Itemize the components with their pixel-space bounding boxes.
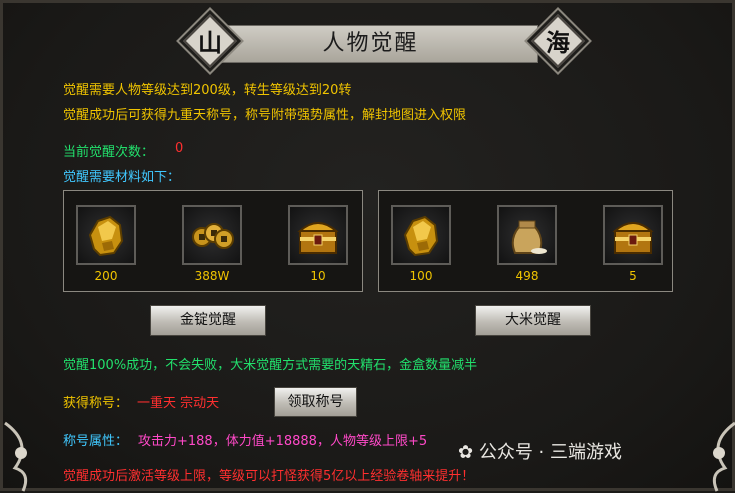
- gold-awaken-button[interactable]: 金锭觉醒: [150, 305, 266, 336]
- rice-awaken-panel: 100 498 5: [378, 190, 673, 292]
- title-attr-value: 攻击力+188，体力值+18888，人物等级上限+5: [138, 434, 428, 449]
- claim-title-button[interactable]: 领取称号: [274, 387, 357, 417]
- awaken-count-label: 当前觉醒次数：: [63, 145, 155, 160]
- window-title: 人物觉醒: [322, 31, 419, 56]
- reward-description: 觉醒成功后可获得九重天称号，称号附带强势属性，解封地图进入权限: [63, 108, 467, 123]
- material-qty: 388W: [194, 269, 230, 283]
- rice-sack-icon: [511, 220, 547, 254]
- coins-icon: [192, 223, 234, 249]
- success-note: 觉醒100%成功，不会失败，大米觉醒方式需要的天精石，金盒数量减半: [63, 358, 478, 373]
- material-slot[interactable]: [182, 205, 242, 265]
- material-qty: 5: [629, 269, 637, 283]
- wechat-icon: ✿: [458, 442, 474, 463]
- left-badge-mountain: 山: [198, 28, 222, 57]
- footer-note: 觉醒成功后激活等级上限，等级可以打怪获得5亿以上经验卷轴来提升！: [63, 469, 475, 484]
- awakening-window: 人物觉醒 山 海 觉醒需要人物等级达到200级，转生等级达到20转 觉醒成功后可…: [0, 0, 735, 492]
- materials-label: 觉醒需要材料如下：: [63, 170, 181, 185]
- right-badge-sea: 海: [546, 28, 570, 57]
- rice-awaken-button[interactable]: 大米觉醒: [475, 305, 591, 336]
- gold-ore-icon: [403, 215, 439, 257]
- corner-ornament-left: [4, 421, 28, 492]
- material-slot[interactable]: [603, 205, 663, 265]
- treasure-chest-icon: [612, 222, 654, 254]
- material-qty: 100: [409, 269, 433, 283]
- corner-ornament-right: [712, 421, 735, 492]
- awaken-count-value: 0: [175, 141, 184, 156]
- requirement-text: 觉醒需要人物等级达到200级，转生等级达到20转: [63, 83, 352, 98]
- material-qty: 498: [515, 269, 539, 283]
- material-slot[interactable]: [288, 205, 348, 265]
- material-qty: 200: [94, 269, 118, 283]
- material-slot[interactable]: [391, 205, 451, 265]
- title-attr-label: 称号属性：: [63, 434, 129, 449]
- gold-ore-icon: [88, 215, 124, 257]
- watermark-text: 公众号 · 三端游戏: [478, 442, 622, 463]
- material-slot[interactable]: [76, 205, 136, 265]
- material-qty: 10: [310, 269, 326, 283]
- title-reward-value: 一重天 宗动天: [137, 396, 220, 411]
- title-reward-label: 获得称号：: [63, 396, 129, 411]
- material-slot[interactable]: [497, 205, 557, 265]
- gold-awaken-panel: 200 388W 10: [63, 190, 363, 292]
- treasure-chest-icon: [297, 222, 339, 254]
- watermark: ✿ 公众号 · 三端游戏: [458, 438, 622, 464]
